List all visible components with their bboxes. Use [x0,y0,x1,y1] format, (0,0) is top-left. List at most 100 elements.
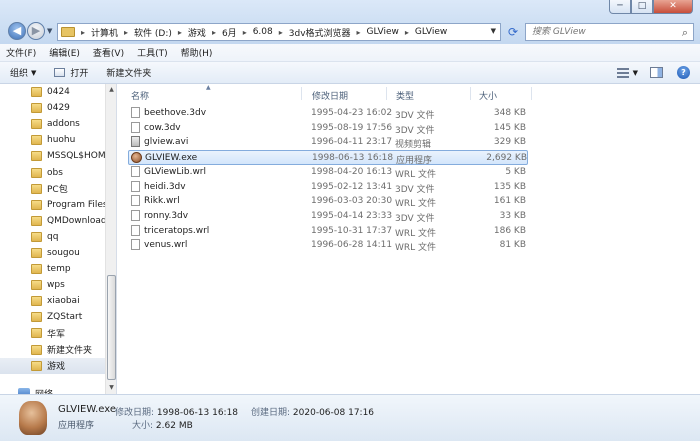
breadcrumb-item[interactable]: 6.08 [253,27,273,37]
refresh-icon[interactable]: ⟳ [504,24,522,40]
breadcrumb-item[interactable]: 软件 (D:) [134,26,172,39]
view-dropdown-icon[interactable]: ▼ [633,69,638,77]
open-button[interactable]: 打开 [54,66,88,79]
tree-item[interactable]: xiaobai [0,293,105,309]
toolbar: 组织 ▼ 打开 新建文件夹 ▼ ? [0,62,700,84]
file-row[interactable]: GLViewLib.wrl 1998-04-20 16:13 WRL 文件 5 KB [128,165,528,180]
scroll-down-icon[interactable]: ▼ [106,382,116,394]
file-icon [131,121,140,133]
address-dropdown-icon[interactable]: ▼ [491,27,496,35]
tree-item[interactable]: 0429 [0,100,105,116]
search-icon[interactable]: ⌕ [682,26,688,40]
tree-item[interactable]: Program Files [0,197,105,213]
help-icon[interactable]: ? [677,66,690,79]
tree-item[interactable]: qq [0,229,105,245]
tree-item-label: QMDownload [47,215,105,226]
tree-item[interactable]: temp [0,261,105,277]
file-size: 329 KB [493,137,526,148]
file-type: 3DV 文件 [395,125,435,136]
file-row[interactable]: GLVIEW.exe 1998-06-13 16:18 应用程序 2,692 KB [128,150,528,166]
menu-item[interactable]: 帮助(H) [181,46,213,59]
back-button[interactable]: ◀ [8,22,26,40]
breadcrumb-separator-icon[interactable]: ▸ [178,28,182,37]
tree-item[interactable]: obs [0,164,105,180]
breadcrumb-separator-icon[interactable]: ▸ [243,28,247,37]
file-row[interactable]: ronny.3dv 1995-04-14 23:33 3DV 文件 33 KB [128,209,528,224]
tree-item[interactable]: PC包 [0,181,105,197]
file-size: 186 KB [493,225,526,236]
chevron-down-icon: ▼ [31,68,37,77]
column-header-type[interactable]: 类型 [396,89,414,102]
breadcrumb-separator-icon[interactable]: ▸ [81,28,85,37]
file-name: venus.wrl [144,240,188,251]
breadcrumb-item[interactable]: 6月 [222,26,237,39]
column-divider[interactable] [531,87,532,100]
tree-item[interactable]: 0424 [0,84,105,100]
menu-item[interactable]: 查看(V) [93,46,124,59]
tree-item[interactable]: huohu [0,132,105,148]
file-row[interactable]: triceratops.wrl 1995-10-31 17:37 WRL 文件 186… [128,224,528,239]
tree-item[interactable]: wps [0,277,105,293]
breadcrumb-separator-icon[interactable]: ▸ [405,28,409,37]
new-folder-button[interactable]: 新建文件夹 [106,66,151,79]
tree-item-label: MSSQL$HOM [47,151,105,162]
tree-item[interactable]: 游戏 [0,357,105,374]
breadcrumb-separator-icon[interactable]: ▸ [279,28,283,37]
column-divider[interactable] [386,87,387,100]
column-header-date[interactable]: 修改日期 [312,89,348,102]
scroll-thumb[interactable] [107,275,116,380]
search-input[interactable] [532,25,672,39]
close-button[interactable]: ✕ [653,0,693,14]
tree-item[interactable]: ZQStart [0,309,105,325]
details-pane: GLVIEW.exe 应用程序 修改日期: 1998-06-13 16:18 大… [0,394,700,441]
breadcrumb-item[interactable]: 3dv格式浏览器 [289,26,351,39]
breadcrumb-item[interactable]: 游戏 [188,26,206,39]
tree-item[interactable]: QMDownload [0,213,105,229]
column-divider[interactable] [470,87,471,100]
breadcrumb: ▸ 计算机 ▸ 软件 (D:) ▸ 游戏 ▸ 6月 ▸ 6.08 ▸ 3dv格式浏览器 ▸ GLView ▸… [75,26,447,39]
breadcrumb-separator-icon[interactable]: ▸ [357,28,361,37]
menu-item[interactable]: 文件(F) [6,46,36,59]
address-bar[interactable]: ▸ 计算机 ▸ 软件 (D:) ▸ 游戏 ▸ 6月 ▸ 6.08 ▸ 3dv格式浏览器 ▸ GLView ▸… [57,23,501,41]
tree-item-label: addons [47,119,80,130]
file-row[interactable]: cow.3dv 1995-08-19 17:56 3DV 文件 145 KB [128,121,528,136]
file-row[interactable]: venus.wrl 1996-06-28 14:11 WRL 文件 81 KB [128,238,528,253]
history-dropdown-icon[interactable]: ▼ [47,27,52,35]
tree-item[interactable]: 新建文件夹 [0,342,105,358]
column-divider[interactable] [301,87,302,100]
file-row[interactable]: Rikk.wrl 1996-03-03 20:30 WRL 文件 161 KB [128,194,528,209]
column-header-name[interactable]: 名称 [131,89,149,102]
tree-item[interactable]: MSSQL$HOM [0,148,105,164]
folder-icon [31,280,42,291]
folder-icon [31,312,42,323]
search-box[interactable]: ⌕ [525,23,694,41]
file-row[interactable]: heidi.3dv 1995-02-12 13:41 3DV 文件 135 KB [128,180,528,195]
file-row[interactable]: glview.avi 1996-04-11 23:17 视频剪辑 329 KB [128,135,528,150]
breadcrumb-item[interactable]: 计算机 [91,26,118,39]
file-icon [131,239,140,251]
file-icon [131,165,140,177]
tree-item[interactable]: addons [0,116,105,132]
tree-item-network[interactable]: 网络 [0,385,53,394]
file-name: cow.3dv [144,122,181,133]
view-mode-icon[interactable] [616,67,629,78]
forward-button[interactable]: ▶ [27,22,45,40]
menu-item[interactable]: 工具(T) [137,46,168,59]
menu-item[interactable]: 编辑(E) [49,46,80,59]
breadcrumb-item[interactable]: GLView [367,27,399,37]
breadcrumb-separator-icon[interactable]: ▸ [212,28,216,37]
tree-item[interactable]: 华军 [0,325,105,341]
maximize-button[interactable]: □ [631,0,653,14]
breadcrumb-item[interactable]: GLView [415,27,447,37]
organize-button[interactable]: 组织 ▼ [10,66,37,80]
file-type: WRL 文件 [395,228,437,239]
minimize-button[interactable]: ─ [609,0,631,14]
folder-icon [31,183,42,194]
tree-item[interactable]: sougou [0,245,105,261]
preview-pane-icon[interactable] [650,67,663,78]
file-row[interactable]: beethove.3dv 1995-04-23 16:02 3DV 文件 348 KB [128,106,528,121]
column-header-size[interactable]: 大小 [479,89,497,102]
nav-scrollbar[interactable]: ▲ ▼ [105,84,116,394]
breadcrumb-separator-icon[interactable]: ▸ [124,28,128,37]
scroll-up-icon[interactable]: ▲ [106,84,116,96]
